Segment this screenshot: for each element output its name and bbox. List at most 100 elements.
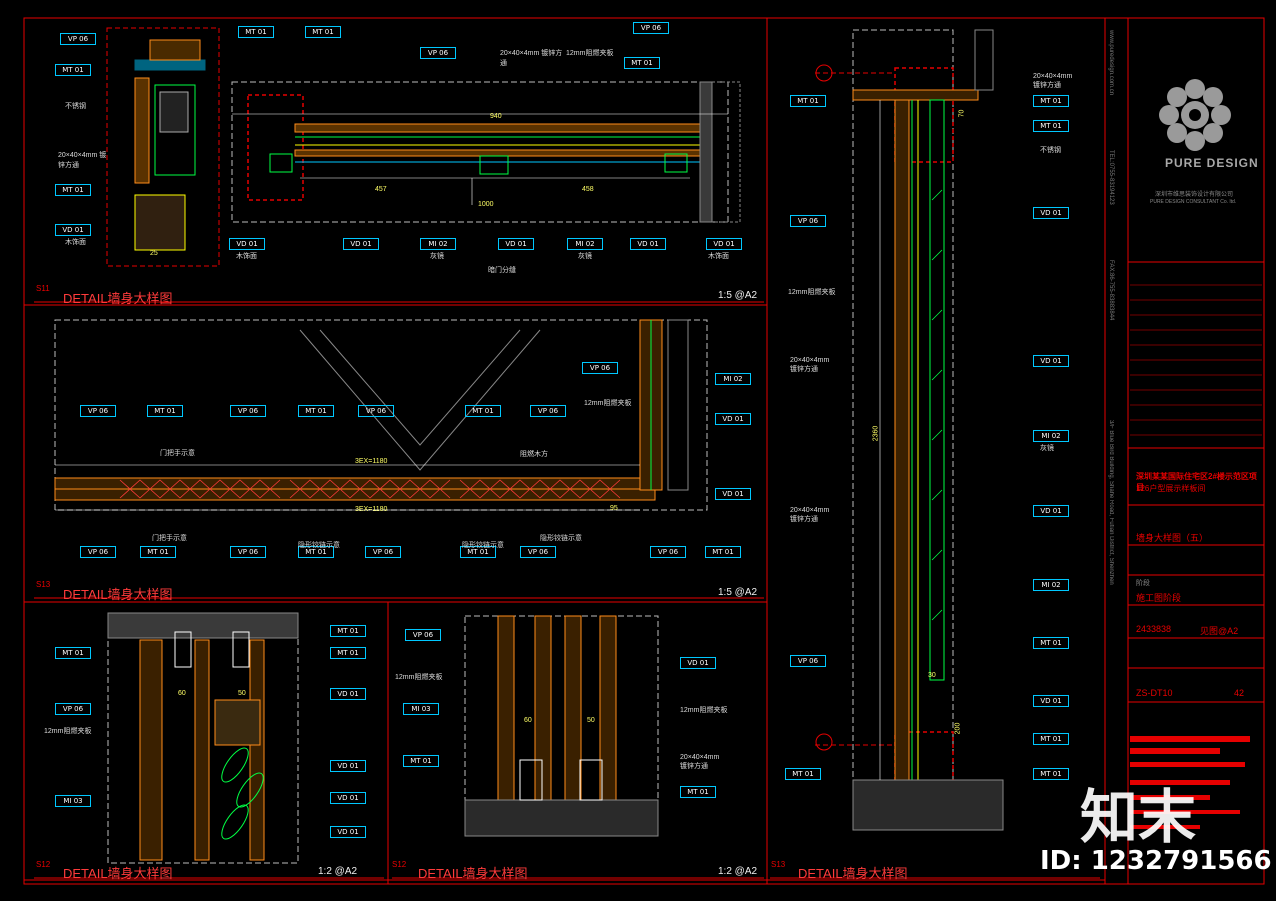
note-doorhandle: 门把手示意 — [160, 450, 195, 457]
web: www.puredesign.com.cn — [1108, 30, 1114, 96]
address: 3/F Blue Bird Building, Shahe Road, Futi… — [1108, 420, 1114, 585]
tag-mi02: MI 02 — [567, 238, 603, 250]
tag-mt01: MT 01 — [55, 64, 91, 76]
dim-3e1180-top: 3EX=1180 — [355, 458, 388, 465]
note-board: 12mm阻燃夹板 — [788, 289, 836, 296]
tag-vd01: VD 01 — [1033, 695, 1069, 707]
phase: 施工图阶段 — [1136, 593, 1182, 603]
note-steel: 20×40×4mm 镀锌方通 — [1033, 73, 1073, 89]
tag-vd01: VD 01 — [229, 238, 265, 250]
note-stainless: 不锈钢 — [65, 103, 86, 110]
tag-mt01: MT 01 — [238, 26, 274, 38]
revision-rows — [1130, 284, 1262, 436]
tag-mt01: MT 01 — [705, 546, 741, 558]
tag-mt01: MT 01 — [680, 786, 716, 798]
tag-vd01: VD 01 — [343, 238, 379, 250]
tag-mt01: MT 01 — [140, 546, 176, 558]
tag-vd01: VD 01 — [715, 413, 751, 425]
page-number: 42 — [1234, 688, 1245, 698]
panel-right-title: DETAIL墙身大样图 — [798, 866, 908, 881]
note-board: 12mm阻燃夹板 — [395, 674, 443, 681]
tag-mt01: MT 01 — [1033, 733, 1069, 745]
note-steel: 20×40×4mm 镀锌方通 — [790, 507, 830, 523]
note-wood: 木饰面 — [236, 253, 257, 260]
note-hinge: 隐形铰链示意 — [540, 535, 582, 542]
dim-60: 60 — [524, 717, 532, 724]
tag-mt01: MT 01 — [624, 57, 660, 69]
project-sub: 126户型展示样板间 — [1136, 484, 1206, 493]
panel-s11-number: S11 — [36, 284, 50, 293]
pure-design-logo-icon — [1159, 79, 1231, 151]
tag-vp06: VP 06 — [55, 703, 91, 715]
note-wood: 木饰面 — [65, 239, 86, 246]
tag-vd01: VD 01 — [498, 238, 534, 250]
tag-mt01: MT 01 — [1033, 768, 1069, 780]
panel-s12b-number: S12 — [392, 860, 407, 869]
tag-vp06: VP 06 — [650, 546, 686, 558]
tag-mt01: MT 01 — [305, 26, 341, 38]
dim-457: 457 — [375, 186, 387, 193]
watermark-brand: 知末 — [1080, 783, 1197, 851]
panel-s11-scale: 1:5 @A2 — [718, 290, 758, 301]
note-steel: 20×40×4mm 镀锌方通 — [58, 152, 107, 169]
panel-s13-title: DETAIL墙身大样图 — [63, 587, 173, 602]
company-en: PURE DESIGN CONSULTANT Co. ltd. — [1150, 199, 1237, 205]
tag-vp06: VP 06 — [230, 405, 266, 417]
dim-30: 30 — [928, 672, 936, 679]
tag-mt01: MT 01 — [790, 95, 826, 107]
tag-mt01: MT 01 — [465, 405, 501, 417]
tag-mt01: MT 01 — [403, 755, 439, 767]
tag-mi03: MI 03 — [55, 795, 91, 807]
panel-s12a-number: S12 — [36, 860, 51, 869]
note-hinge: 隐形铰链示意 — [298, 542, 340, 549]
tag-mt01: MT 01 — [55, 184, 91, 196]
dim-25: 25 — [150, 250, 158, 257]
tag-mi02: MI 02 — [420, 238, 456, 250]
tag-vp06: VP 06 — [80, 405, 116, 417]
sheet-number: ZS-DT10 — [1136, 688, 1173, 698]
titleblock-frame — [1104, 17, 1265, 885]
tag-vd01: VD 01 — [330, 826, 366, 838]
note-mirror: 灰镜 — [578, 253, 592, 260]
note-steel: 20×40×4mm 镀锌方通 — [680, 754, 720, 770]
tag-mt01: MT 01 — [1033, 95, 1069, 107]
tag-mt01: MT 01 — [1033, 120, 1069, 132]
panel-s13-number: S13 — [36, 580, 51, 589]
watermark-id: ID: 1232791566 — [1040, 846, 1272, 876]
tag-vd01: VD 01 — [630, 238, 666, 250]
panel-right-number: S13 — [771, 860, 786, 869]
tag-mi02: MI 02 — [715, 373, 751, 385]
tag-vd01: VD 01 — [330, 760, 366, 772]
note-doorhandle: 门把手示意 — [152, 535, 187, 542]
note-board: 12mm阻燃夹板 — [680, 707, 728, 714]
panel-s12a-title: DETAIL墙身大样图 — [63, 866, 173, 881]
tag-mi02: MI 02 — [1033, 430, 1069, 442]
note-board: 12mm阻燃夹板 — [44, 728, 92, 735]
tag-mt01: MT 01 — [330, 647, 366, 659]
tag-mt01: MT 01 — [147, 405, 183, 417]
dim-2360: 2360 — [872, 425, 880, 442]
tag-vp06: VP 06 — [582, 362, 618, 374]
company-cn: 深圳市维思装饰设计有限公司 — [1155, 192, 1234, 198]
tag-vp06: VP 06 — [530, 405, 566, 417]
tag-mt01: MT 01 — [330, 625, 366, 637]
tag-mt01: MT 01 — [1033, 637, 1069, 649]
tag-vp06: VP 06 — [60, 33, 96, 45]
panel-s12b-scale: 1:2 @A2 — [718, 866, 758, 877]
note-gap: 暗门分缝 — [488, 267, 516, 274]
panel-s13-scale: 1:5 @A2 — [718, 587, 758, 598]
tag-mt01: MT 01 — [298, 405, 334, 417]
tag-vd01: VD 01 — [55, 224, 91, 236]
panel-s11-title: DETAIL墙身大样图 — [63, 291, 173, 306]
tag-vd01: VD 01 — [330, 792, 366, 804]
tag-vp06: VP 06 — [790, 655, 826, 667]
note-hinge: 隐形铰链示意 — [462, 542, 504, 549]
note-mirror: 灰镜 — [1040, 445, 1054, 452]
tag-vd01: VD 01 — [1033, 207, 1069, 219]
sheet-scale: 见图@A2 — [1200, 626, 1239, 636]
tag-vp06: VP 06 — [230, 546, 266, 558]
tag-vd01: VD 01 — [715, 488, 751, 500]
tag-vp06: VP 06 — [790, 215, 826, 227]
note-board: 12mm阻燃夹板 — [584, 400, 632, 407]
tag-vd01: VD 01 — [1033, 505, 1069, 517]
